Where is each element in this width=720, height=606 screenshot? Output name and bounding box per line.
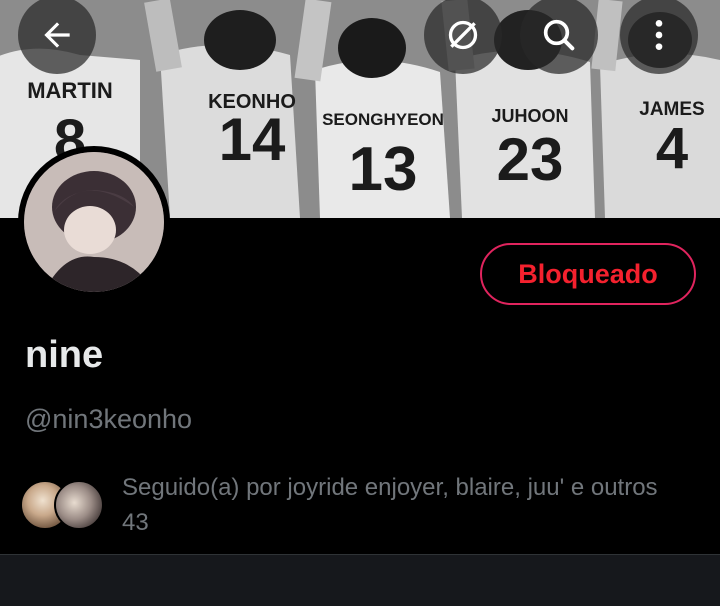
arrow-left-icon <box>38 16 76 54</box>
jersey-number: 4 <box>656 116 688 181</box>
username-handle: @nin3keonho <box>25 404 193 434</box>
avatar-image <box>24 152 164 292</box>
follower-avatar <box>54 480 104 530</box>
explore-icon <box>443 15 483 55</box>
blocked-button[interactable]: Bloqueado <box>480 243 696 305</box>
bottom-bar <box>0 555 720 606</box>
display-name: nine <box>25 334 104 376</box>
jersey-name: MARTIN <box>27 78 113 103</box>
jersey-number: 23 <box>497 126 564 193</box>
profile-avatar[interactable] <box>18 146 170 298</box>
jersey-name: SEONGHYEON <box>322 110 444 129</box>
followed-by-section[interactable]: Seguido(a) por joyride enjoyer, blaire, … <box>20 470 700 540</box>
followed-by-text: Seguido(a) por joyride enjoyer, blaire, … <box>122 474 658 536</box>
jersey-number: 13 <box>349 135 418 204</box>
more-vertical-icon <box>639 15 679 55</box>
jersey-name: JUHOON <box>491 106 568 126</box>
jersey-number: 14 <box>219 106 286 173</box>
search-icon <box>539 15 579 55</box>
